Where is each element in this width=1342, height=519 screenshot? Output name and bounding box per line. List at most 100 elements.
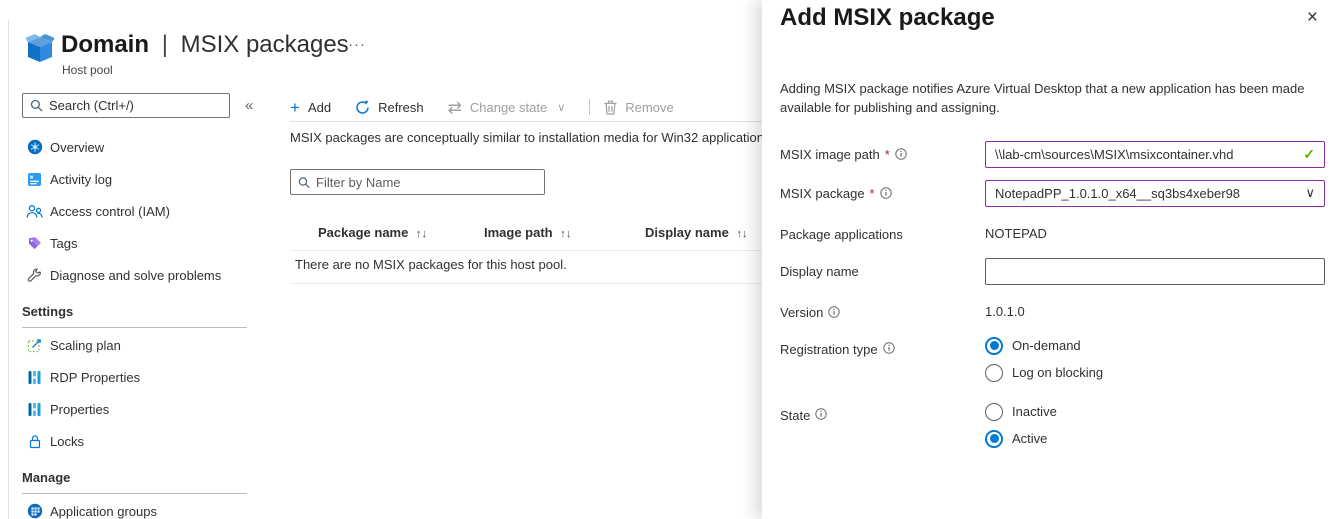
form-row-state: State Inactive Active	[780, 402, 1325, 448]
input-value: \\lab-cm\sources\MSIX\msixcontainer.vhd	[995, 146, 1234, 162]
radio-label: Log on blocking	[1012, 365, 1104, 380]
version-value: 1.0.1.0	[985, 304, 1025, 319]
chevron-down-icon: ∨	[1305, 185, 1315, 200]
info-icon[interactable]	[815, 408, 828, 420]
sidebar-item-scaling-plan[interactable]: Scaling plan	[0, 329, 268, 361]
resource-name: Domain	[61, 31, 150, 58]
plus-icon: +	[290, 97, 300, 117]
info-icon[interactable]	[828, 306, 841, 318]
label-text: Package applications	[780, 226, 903, 242]
scaling-plan-icon	[26, 337, 43, 354]
info-icon[interactable]	[879, 187, 892, 199]
column-label: Package name	[318, 225, 409, 240]
info-icon[interactable]	[882, 342, 895, 354]
sidebar-item-overview[interactable]: Overview	[0, 131, 268, 163]
command-bar: + Add Refresh ⇄ Change state ∨ Remove	[290, 94, 698, 120]
form-row-package-applications: Package applications NOTEPAD	[780, 224, 1325, 244]
form-row-msix-image-path: MSIX image path * \\lab-cm\sources\MSIX\…	[780, 140, 1325, 168]
remove-button[interactable]: Remove	[604, 99, 674, 115]
sidebar-item-activity-log[interactable]: Activity log	[0, 163, 268, 195]
radio-log-on-blocking[interactable]: Log on blocking	[985, 363, 1325, 382]
close-icon[interactable]: ×	[1307, 8, 1318, 27]
field-label: MSIX package *	[780, 186, 985, 201]
activity-log-icon	[26, 171, 43, 188]
sidebar-item-label: Diagnose and solve problems	[50, 267, 222, 283]
msix-packages-content: + Add Refresh ⇄ Change state ∨ Remove MS…	[290, 0, 890, 519]
section-divider	[22, 327, 247, 328]
title-divider: |	[161, 31, 168, 58]
sidebar: Overview Activity log Access control (IA…	[0, 130, 268, 519]
form-row-display-name: Display name	[780, 257, 1325, 285]
display-name-input[interactable]	[985, 257, 1325, 285]
sidebar-section-manage: Manage	[22, 470, 71, 485]
sort-icon: ↑↓	[415, 228, 427, 240]
state-radio-group: Inactive Active	[985, 402, 1325, 448]
radio-inactive[interactable]: Inactive	[985, 402, 1325, 421]
radio-label: On-demand	[1012, 338, 1081, 353]
label-text: State	[780, 408, 811, 423]
sidebar-item-diagnose[interactable]: Diagnose and solve problems	[0, 259, 268, 291]
sidebar-search-box[interactable]	[22, 93, 230, 118]
sidebar-section-settings: Settings	[22, 304, 74, 319]
msix-package-dropdown[interactable]: NotepadPP_1.0.1.0_x64__sq3bs4xeber98 ∨	[985, 179, 1325, 207]
registration-type-radio-group: On-demand Log on blocking	[985, 336, 1325, 382]
msix-image-path-input[interactable]: \\lab-cm\sources\MSIX\msixcontainer.vhd …	[985, 140, 1325, 168]
access-control-icon	[26, 203, 43, 220]
field-label: Registration type	[780, 336, 985, 382]
sidebar-search-input[interactable]	[49, 98, 222, 113]
sidebar-item-rdp-properties[interactable]: RDP Properties	[0, 361, 268, 393]
panel-title: Add MSIX package	[780, 4, 995, 31]
column-image-path[interactable]: Image path ↑↓	[484, 225, 571, 240]
sliders-icon	[26, 401, 43, 418]
azure-portal-blade: Domain | MSIX packages ··· Host pool « O…	[0, 0, 1342, 519]
sidebar-item-label: RDP Properties	[50, 369, 141, 385]
field-label: Version	[780, 305, 985, 320]
radio-label: Active	[1012, 431, 1048, 446]
sidebar-item-locks[interactable]: Locks	[0, 425, 268, 457]
change-state-button[interactable]: ⇄ Change state ∨	[448, 99, 566, 116]
required-asterisk: *	[884, 146, 890, 162]
sidebar-item-application-groups[interactable]: Application groups	[0, 495, 268, 519]
section-divider	[22, 493, 247, 494]
sidebar-item-access-control[interactable]: Access control (IAM)	[0, 195, 268, 227]
sidebar-item-label: Scaling plan	[50, 337, 121, 353]
radio-icon	[985, 429, 1003, 448]
resource-type-label: Host pool	[62, 63, 113, 77]
refresh-icon	[356, 100, 369, 114]
sidebar-item-properties[interactable]: Properties	[0, 393, 268, 425]
chevron-down-icon: ∨	[557, 101, 566, 114]
add-button[interactable]: + Add	[290, 99, 331, 116]
package-applications-value: NOTEPAD	[985, 226, 1047, 241]
label-text: Version	[780, 304, 824, 320]
collapse-menu-icon[interactable]: «	[245, 97, 253, 114]
column-display-name[interactable]: Display name ↑↓	[645, 225, 747, 240]
change-state-button-label: Change state	[469, 99, 548, 115]
label-text: MSIX package	[780, 185, 865, 201]
refresh-button-label: Refresh	[378, 99, 424, 115]
refresh-button[interactable]: Refresh	[355, 100, 424, 115]
info-icon[interactable]	[895, 148, 907, 160]
application-groups-icon	[26, 503, 43, 519]
add-msix-package-panel: Add MSIX package × Adding MSIX package n…	[762, 0, 1342, 519]
sidebar-item-tags[interactable]: Tags	[0, 227, 268, 259]
filter-by-name-input[interactable]	[316, 174, 537, 190]
search-icon	[30, 99, 43, 112]
sort-icon: ↑↓	[736, 228, 748, 240]
radio-on-demand[interactable]: On-demand	[985, 336, 1325, 355]
panel-description: Adding MSIX package notifies Azure Virtu…	[780, 81, 1305, 115]
radio-active[interactable]: Active	[985, 429, 1325, 448]
label-text: MSIX image path	[780, 146, 880, 162]
column-label: Display name	[645, 225, 729, 240]
filter-box[interactable]	[290, 169, 545, 195]
radio-icon	[985, 363, 1003, 382]
trash-icon	[604, 100, 617, 115]
host-pool-icon	[26, 34, 54, 62]
sidebar-item-label: Tags	[50, 235, 78, 251]
remove-button-label: Remove	[625, 99, 674, 115]
field-label: Display name	[780, 264, 985, 279]
wrench-icon	[26, 267, 43, 284]
field-label: MSIX image path *	[780, 147, 985, 162]
column-package-name[interactable]: Package name ↑↓	[318, 225, 427, 240]
selected-option: NotepadPP_1.0.1.0_x64__sq3bs4xeber98	[995, 185, 1241, 201]
overview-icon	[26, 139, 43, 156]
